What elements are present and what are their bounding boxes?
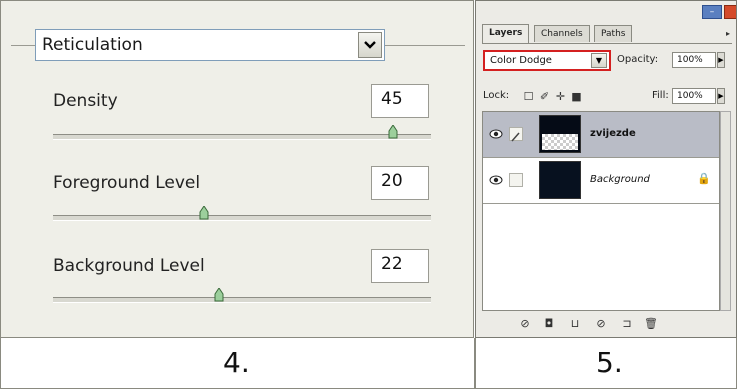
layer-style-icon[interactable]: ⊘ bbox=[518, 317, 532, 331]
eye-icon[interactable] bbox=[489, 128, 503, 140]
fill-input[interactable]: 100% bbox=[672, 88, 716, 104]
density-label: Density bbox=[53, 91, 118, 111]
density-input[interactable]: 45 bbox=[371, 84, 429, 118]
layer-mask-icon[interactable]: ◘ bbox=[542, 317, 556, 331]
fieldset-line-left bbox=[11, 45, 35, 46]
background-level-slider[interactable] bbox=[53, 288, 431, 303]
foreground-level-input[interactable]: 20 bbox=[371, 166, 429, 200]
panel-menu-icon[interactable]: ▸ bbox=[726, 29, 730, 38]
foreground-level-slider[interactable] bbox=[53, 206, 431, 221]
background-level-label: Background Level bbox=[53, 256, 205, 276]
tab-paths[interactable]: Paths bbox=[594, 25, 633, 42]
eye-icon[interactable] bbox=[489, 174, 503, 186]
lock-transparency-icon[interactable]: ☐ bbox=[522, 90, 535, 103]
brush-link-icon[interactable] bbox=[509, 173, 523, 187]
delete-layer-icon[interactable]: 🗑 bbox=[644, 317, 658, 331]
chevron-down-icon[interactable] bbox=[358, 32, 382, 58]
lock-icon: 🔒 bbox=[697, 172, 711, 185]
layer-row-background[interactable]: Background 🔒 bbox=[483, 158, 719, 204]
layers-panel: – Layers Channels Paths ▸ Color Dodge ▼ … bbox=[475, 0, 737, 338]
lock-all-icon[interactable]: ■ bbox=[570, 90, 583, 103]
tab-layers[interactable]: Layers bbox=[482, 24, 530, 43]
opacity-label: Opacity: bbox=[617, 54, 659, 65]
layer-group-icon[interactable]: ⊔ bbox=[568, 317, 582, 331]
layer-thumbnail bbox=[539, 115, 581, 153]
layer-name: zvijezde bbox=[590, 128, 636, 139]
lock-brush-icon[interactable]: ✐ bbox=[538, 90, 551, 103]
lock-label: Lock: bbox=[483, 90, 510, 101]
blend-mode-select[interactable]: Color Dodge ▼ bbox=[483, 50, 611, 71]
layer-row-zvijezde[interactable]: zvijezde bbox=[483, 112, 719, 158]
foreground-level-slider-thumb[interactable] bbox=[199, 206, 209, 220]
opacity-input[interactable]: 100% bbox=[672, 52, 716, 68]
minimize-icon[interactable]: – bbox=[702, 5, 722, 19]
new-layer-icon[interactable]: ⊐ bbox=[620, 317, 634, 331]
layers-list: zvijezde Background 🔒 bbox=[482, 111, 720, 311]
layer-thumbnail bbox=[539, 161, 581, 199]
opacity-arrow-icon[interactable]: ▶ bbox=[717, 52, 725, 68]
filter-type-value: Reticulation bbox=[42, 35, 143, 55]
tab-channels[interactable]: Channels bbox=[534, 25, 590, 42]
filter-options-panel: Reticulation Density 45 Foreground Level… bbox=[0, 0, 474, 338]
lock-move-icon[interactable]: ✛ bbox=[554, 90, 567, 103]
caption-step-5: 5. bbox=[475, 338, 737, 389]
layers-bottom-toolbar: ⊘ ◘ ⊔ ⊘ ⊐ 🗑 bbox=[482, 313, 732, 335]
background-level-slider-thumb[interactable] bbox=[214, 288, 224, 302]
chevron-down-icon[interactable]: ▼ bbox=[591, 53, 607, 68]
close-icon[interactable] bbox=[724, 5, 736, 19]
caption-label: 5. bbox=[596, 346, 623, 379]
caption-label: 4. bbox=[223, 346, 250, 379]
foreground-level-label: Foreground Level bbox=[53, 173, 201, 193]
density-slider[interactable] bbox=[53, 125, 431, 140]
fill-label: Fill: bbox=[652, 90, 669, 101]
layers-scrollbar[interactable] bbox=[720, 111, 731, 311]
layer-name: Background bbox=[590, 174, 650, 185]
filter-type-select[interactable]: Reticulation bbox=[35, 29, 385, 61]
tab-strip-divider bbox=[482, 43, 732, 44]
adjustment-layer-icon[interactable]: ⊘ bbox=[594, 317, 608, 331]
fill-arrow-icon[interactable]: ▶ bbox=[717, 88, 725, 104]
background-level-input[interactable]: 22 bbox=[371, 249, 429, 283]
density-slider-thumb[interactable] bbox=[388, 125, 398, 139]
brush-link-icon[interactable] bbox=[509, 127, 523, 142]
caption-step-4: 4. bbox=[0, 338, 475, 389]
blend-mode-value: Color Dodge bbox=[490, 55, 552, 66]
fieldset-line-right bbox=[385, 45, 465, 46]
window-controls: – bbox=[702, 1, 736, 21]
